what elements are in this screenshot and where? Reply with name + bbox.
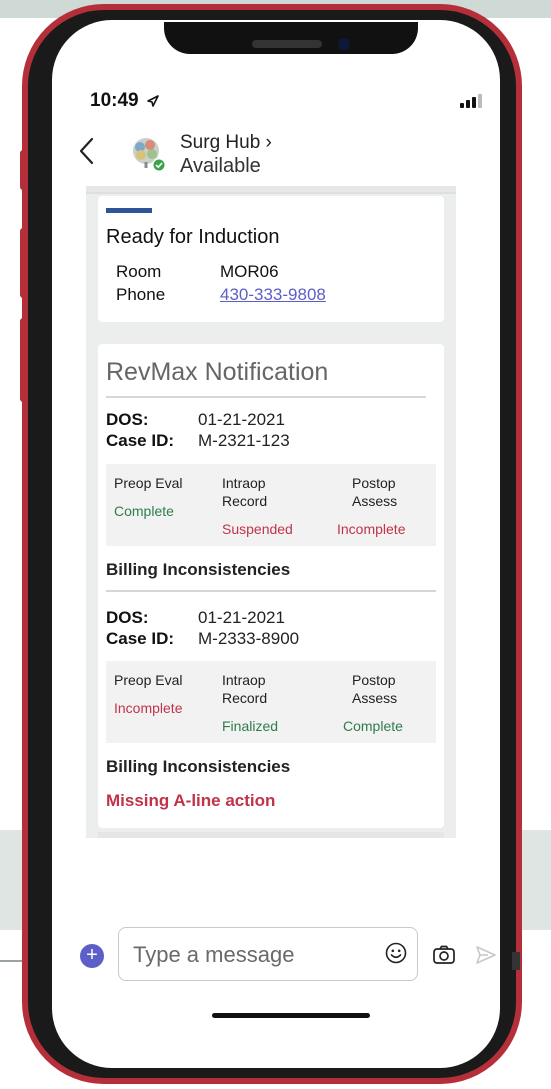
phone-mute-switch — [20, 150, 26, 190]
bot-avatar[interactable] — [128, 134, 168, 174]
status-time-text: 10:49 — [90, 90, 139, 111]
case1-divider — [106, 590, 436, 592]
case2-caseid-value: M-2333-8900 — [198, 629, 300, 648]
case2-intraop-status: Finalized — [222, 718, 279, 734]
speaker-grille — [252, 40, 322, 48]
previous-card-edge — [86, 186, 456, 194]
case2-preop-status: Incomplete — [114, 700, 183, 716]
revmax-notification-card: RevMax Notification DOS: 01-21-2021 Case… — [98, 344, 444, 828]
message-compose-box[interactable] — [118, 927, 418, 981]
edge-fragment — [512, 952, 520, 970]
case1-postop-label-1: Postop — [352, 475, 396, 491]
phone-volume-down-button — [20, 318, 26, 402]
case1-postop-status: Incomplete — [337, 521, 406, 537]
case1-dos-label: DOS: — [106, 410, 149, 429]
status-time: 10:49 — [90, 90, 160, 112]
notch — [164, 22, 418, 54]
front-camera — [338, 38, 350, 50]
phone-number[interactable]: 430-333-9808 — [220, 285, 326, 304]
cellular-signal-icon — [460, 92, 484, 108]
case2-dos-value: 01-21-2021 — [198, 608, 285, 627]
case1-preop-status: Complete — [114, 503, 174, 519]
case2-billing-title: Billing Inconsistencies — [106, 757, 291, 776]
room-value: MOR06 — [220, 262, 279, 281]
case1-intraop-status: Suspended — [222, 521, 293, 537]
plus-icon: + — [86, 944, 98, 966]
camera-icon[interactable] — [432, 944, 456, 966]
case2-status-grid: Preop Eval Incomplete Intraop Record Fin… — [106, 661, 436, 743]
case1-dos-value: 01-21-2021 — [198, 410, 285, 429]
room-label: Room — [116, 262, 162, 281]
case2-billing-item: Missing A-line action — [106, 791, 276, 810]
case1-intraop-label-1: Intraop — [222, 475, 266, 491]
chat-message-area[interactable]: Ready for Induction Room MOR06 Phone 430… — [86, 186, 456, 838]
case2-intraop-label-1: Intraop — [222, 672, 266, 688]
case2-intraop-label-2: Record — [222, 690, 268, 706]
case1-preop-label: Preop Eval — [114, 475, 183, 491]
card-accent-bar — [106, 208, 152, 213]
message-input[interactable] — [131, 938, 375, 972]
phone-value-link[interactable]: 430-333-9808 — [220, 285, 326, 305]
title-divider — [106, 396, 426, 398]
chevron-left-icon — [79, 137, 94, 165]
card-title: Ready for Induction — [106, 226, 280, 248]
case1-intraop-label-2: Record — [222, 493, 268, 509]
phone-label: Phone — [116, 285, 166, 304]
chat-title[interactable]: Surg Hub › — [180, 132, 272, 154]
send-icon[interactable] — [474, 944, 498, 966]
case1-postop-label-2: Assess — [352, 493, 398, 509]
back-button[interactable] — [78, 136, 96, 174]
case2-postop-label-2: Assess — [352, 690, 398, 706]
case1-status-grid: Preop Eval Complete Intraop Record Suspe… — [106, 464, 436, 546]
location-arrow-icon — [147, 95, 159, 107]
case2-postop-status: Complete — [343, 718, 403, 734]
next-card-edge — [98, 832, 444, 838]
case2-postop-label-1: Postop — [352, 672, 396, 688]
home-indicator[interactable] — [212, 1013, 370, 1018]
case1-caseid-value: M-2321-123 — [198, 431, 290, 450]
case2-caseid-label: Case ID: — [106, 629, 175, 648]
ready-for-induction-card: Ready for Induction Room MOR06 Phone 430… — [98, 196, 444, 322]
brain-icon — [133, 138, 166, 172]
case2-dos-label: DOS: — [106, 608, 149, 627]
presence-status: Available — [180, 155, 261, 177]
case1-billing-title: Billing Inconsistencies — [106, 560, 291, 579]
case1-caseid-label: Case ID: — [106, 431, 175, 450]
revmax-title: RevMax Notification — [106, 358, 329, 386]
phone-volume-up-button — [20, 228, 26, 298]
add-attachment-button[interactable]: + — [80, 944, 104, 968]
emoji-icon[interactable] — [385, 942, 407, 964]
case2-preop-label: Preop Eval — [114, 672, 183, 688]
